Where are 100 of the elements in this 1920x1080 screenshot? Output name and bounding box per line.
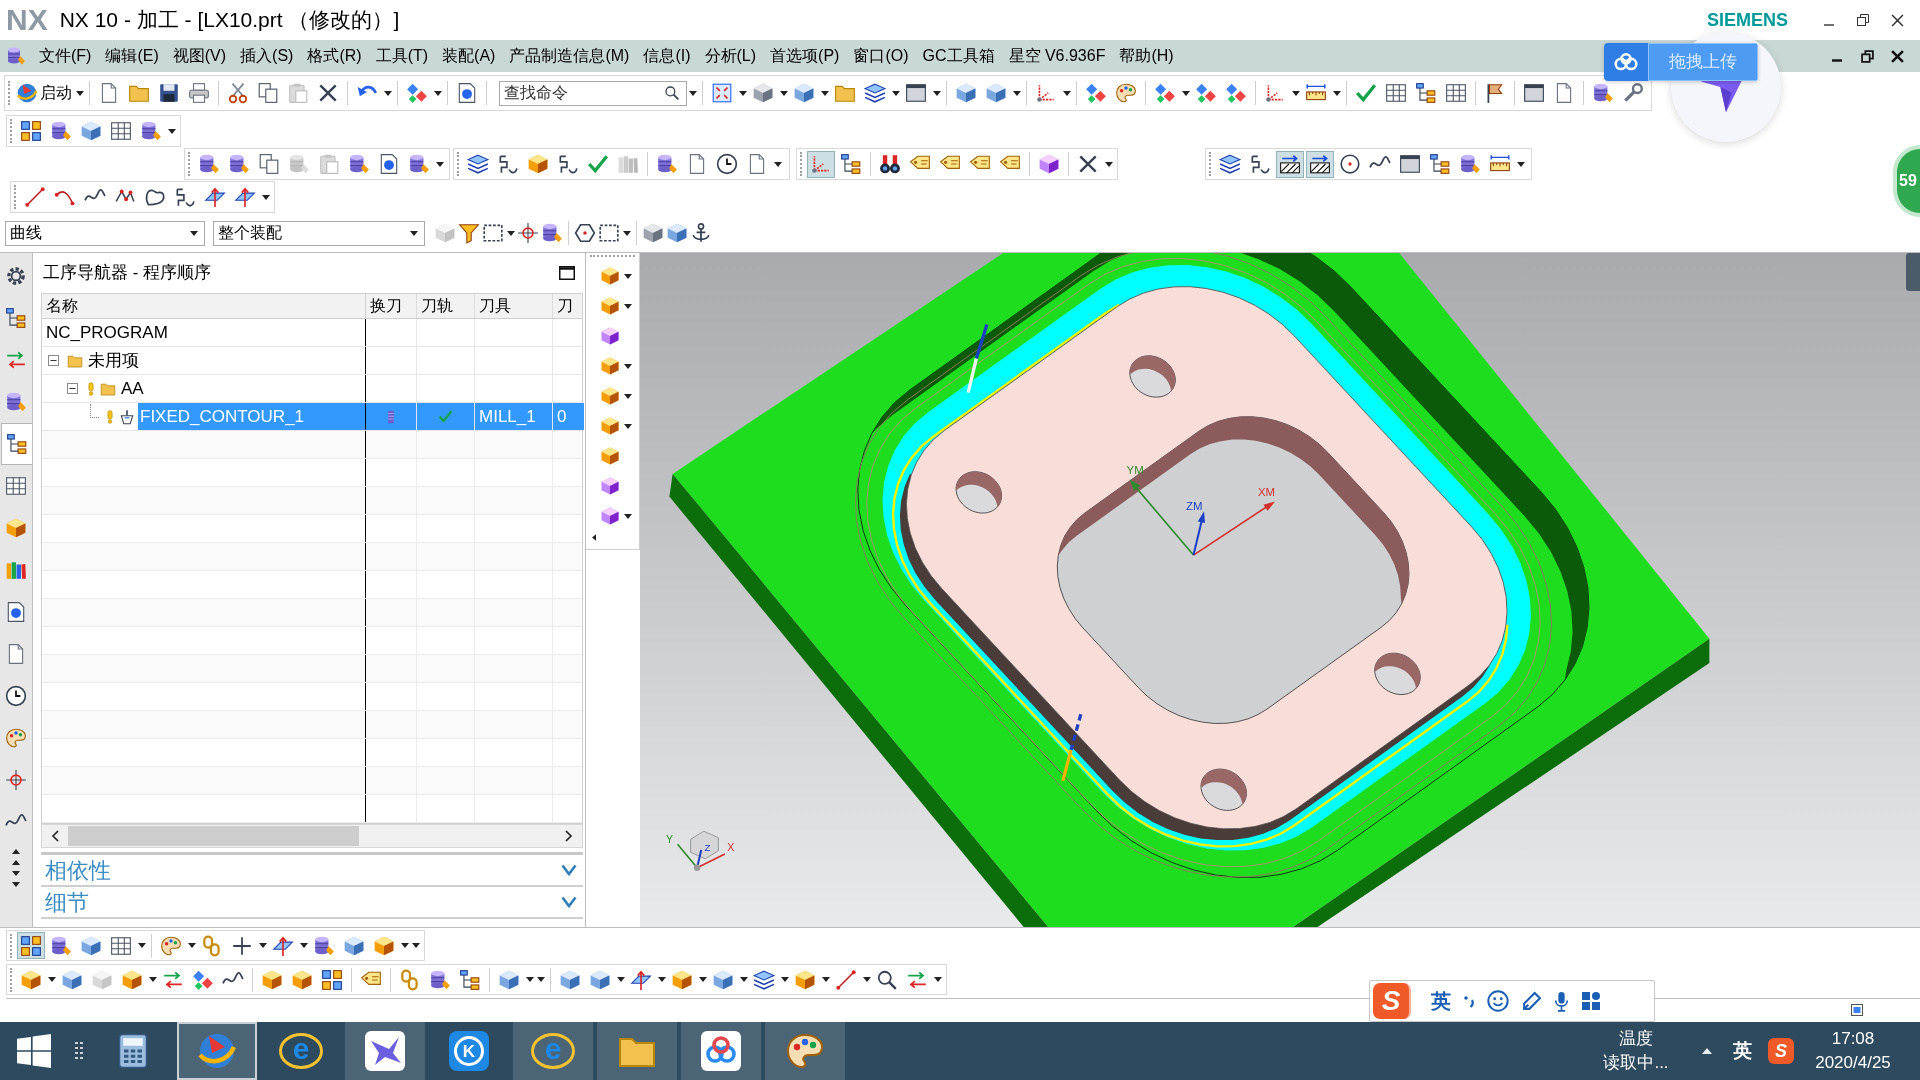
caret-down-icon[interactable] [1332, 90, 1341, 96]
check-icon[interactable] [587, 153, 609, 175]
cylinder-stack-icon[interactable] [1592, 82, 1614, 104]
caret-down-icon[interactable] [1516, 161, 1525, 167]
cube-icon[interactable] [794, 968, 816, 991]
delete-icon[interactable] [1077, 153, 1099, 175]
wrench-icon[interactable] [1622, 82, 1644, 104]
dashed-rectangle-icon[interactable] [598, 222, 620, 244]
cube-icon[interactable] [121, 968, 143, 991]
search-icon[interactable] [876, 968, 898, 991]
grip-icon[interactable] [8, 81, 11, 105]
resource-tab[interactable] [0, 423, 32, 465]
caret-down-icon[interactable] [1012, 90, 1021, 96]
window-icon[interactable] [1399, 153, 1421, 175]
cube-icon[interactable] [527, 153, 549, 175]
s-curve-icon[interactable] [497, 153, 519, 175]
cylinder-stack-icon[interactable] [5, 391, 27, 413]
layers-icon[interactable] [864, 82, 886, 104]
tree-item[interactable]: NC_PROGRAM [44, 319, 365, 346]
table-icon[interactable] [5, 475, 27, 497]
tree-icon[interactable] [840, 153, 862, 175]
cube-icon[interactable] [600, 386, 620, 406]
tree-icon[interactable] [5, 307, 27, 329]
cube-icon[interactable] [600, 506, 620, 526]
cube-icon[interactable] [752, 82, 774, 104]
menu-item[interactable]: 首选项(P) [763, 40, 847, 72]
cube-icon[interactable] [343, 934, 365, 957]
cube-icon[interactable] [712, 968, 734, 991]
axes-icon[interactable] [1264, 82, 1286, 104]
caret-down-icon[interactable] [1062, 90, 1071, 96]
cube-icon[interactable] [1038, 153, 1060, 175]
books-icon[interactable] [5, 559, 27, 581]
s-curve-icon[interactable] [174, 186, 196, 208]
grip-icon[interactable] [800, 152, 803, 176]
cylinder-stack-icon[interactable] [50, 934, 72, 957]
info-icon[interactable] [378, 153, 400, 175]
menu-item[interactable]: 帮助(H) [1112, 40, 1181, 72]
globe-icon[interactable] [16, 82, 38, 104]
funnel-icon[interactable] [458, 222, 480, 244]
cube-icon[interactable] [600, 476, 620, 496]
caret-down-icon[interactable] [779, 90, 788, 96]
caret-down-icon[interactable] [506, 230, 515, 236]
caret-down-icon[interactable] [688, 90, 697, 96]
cube-icon[interactable] [261, 968, 283, 991]
caret-down-icon[interactable] [47, 977, 56, 982]
grid-icon[interactable] [20, 120, 42, 142]
caret-down-icon[interactable] [624, 513, 632, 519]
cube-icon[interactable] [589, 968, 611, 991]
menu-item[interactable]: 装配(A) [435, 40, 503, 72]
clock-icon[interactable] [716, 153, 738, 175]
table-icon[interactable] [1385, 82, 1407, 104]
cube-icon[interactable] [559, 968, 581, 991]
search-icon[interactable] [664, 85, 680, 101]
cube-icon[interactable] [600, 266, 620, 286]
caret-left-icon[interactable] [592, 533, 596, 541]
tree-icon[interactable] [459, 968, 481, 991]
launch-button[interactable]: 启动 [14, 78, 74, 108]
cylinder-stack-icon[interactable] [1459, 153, 1481, 175]
command-finder[interactable]: 查找命令 [499, 80, 687, 106]
caret-down-icon[interactable] [932, 90, 941, 96]
layers-icon[interactable] [467, 153, 489, 175]
caret-down-icon[interactable] [258, 943, 267, 948]
cube-icon[interactable] [80, 120, 102, 142]
column-header[interactable]: 名称 [42, 294, 366, 318]
plane-arrow-icon[interactable] [234, 186, 256, 208]
caret-down-icon[interactable] [933, 977, 942, 982]
selection-scope-dropdown[interactable]: 整个装配 [213, 220, 425, 246]
start-icon[interactable] [17, 1034, 51, 1068]
cylinder-stack-icon[interactable] [408, 153, 430, 175]
diamond-icon[interactable] [1195, 82, 1217, 104]
cylinder-stack-icon[interactable] [50, 120, 72, 142]
crosshair-icon[interactable] [517, 222, 539, 244]
cube-icon[interactable] [600, 356, 620, 376]
smiley-icon[interactable] [1487, 990, 1509, 1012]
line-icon[interactable] [24, 186, 46, 208]
menu-item[interactable]: 视图(V) [165, 40, 234, 72]
scissors-icon[interactable] [227, 82, 249, 104]
caret-down-icon[interactable] [137, 943, 146, 948]
delete-icon[interactable] [317, 82, 339, 104]
task-view-icon[interactable] [75, 1041, 85, 1061]
column-header[interactable]: 刀 [553, 294, 584, 318]
cube-icon[interactable] [80, 934, 102, 957]
tree-item[interactable]: AA [119, 375, 365, 402]
chevron-down-icon[interactable] [561, 896, 577, 908]
cube-icon[interactable] [498, 968, 520, 991]
bird-icon[interactable] [365, 1031, 405, 1071]
graphics-view[interactable]: YM XM ZM Y Z X [640, 253, 1920, 927]
diamond-icon[interactable] [1225, 82, 1247, 104]
copy-icon[interactable] [258, 153, 280, 175]
grip-icon[interactable] [10, 967, 13, 992]
diamond-icon[interactable] [406, 82, 428, 104]
menu-item[interactable]: 产品制造信息(M) [502, 40, 637, 72]
maximize-icon[interactable] [559, 266, 575, 280]
clock-time[interactable]: 17:08 [1831, 1027, 1875, 1051]
caret-down-icon[interactable] [739, 977, 748, 982]
menu-item[interactable]: 编辑(E) [98, 40, 166, 72]
clock-date[interactable]: 2020/4/25 [1815, 1051, 1891, 1075]
check-icon[interactable] [1355, 82, 1377, 104]
hexagon-icon[interactable] [574, 222, 596, 244]
gear-icon[interactable] [5, 265, 27, 287]
